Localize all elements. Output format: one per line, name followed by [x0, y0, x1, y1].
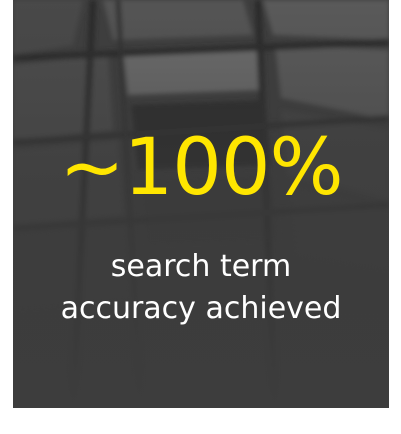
caption-line-1: search term: [110, 249, 292, 284]
stat-caption: search term accuracy achieved: [13, 246, 389, 330]
stat-card: ~100% search term accuracy achieved: [13, 0, 389, 408]
caption-line-2: accuracy achieved: [60, 291, 342, 326]
headline-stat: ~100%: [59, 123, 343, 213]
